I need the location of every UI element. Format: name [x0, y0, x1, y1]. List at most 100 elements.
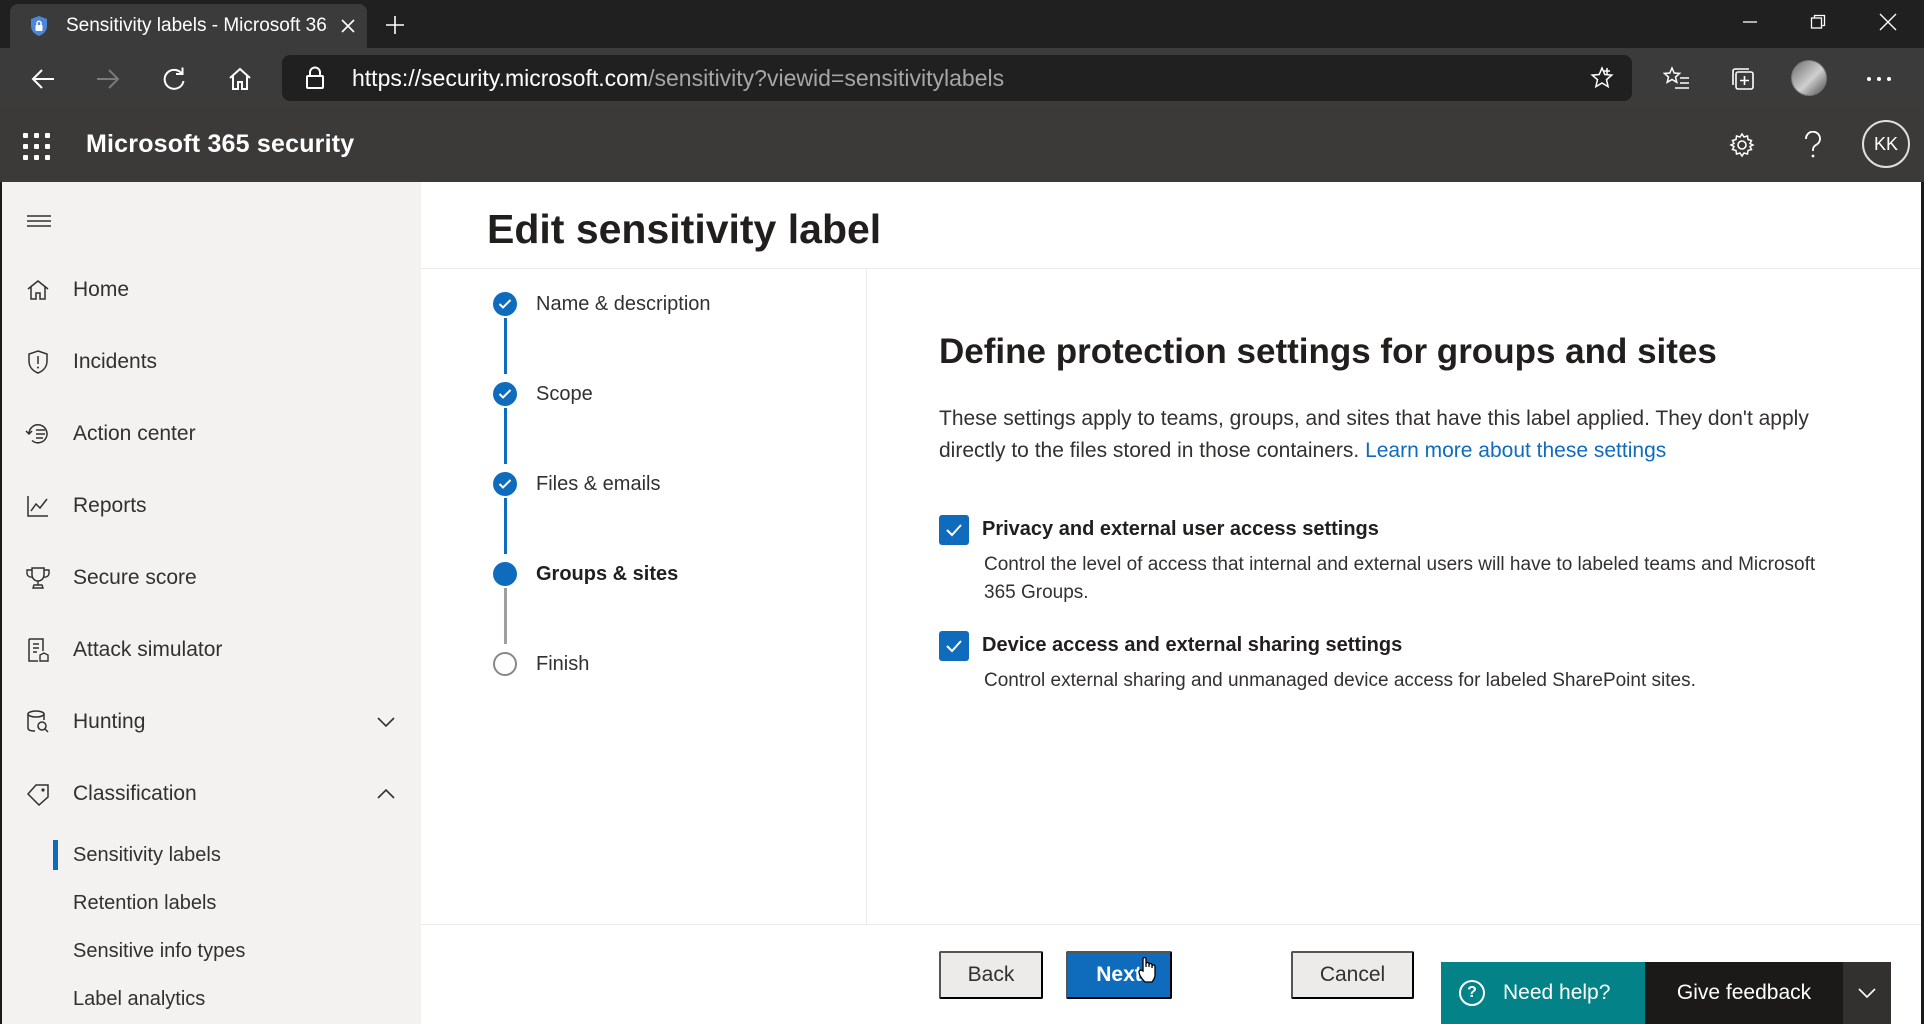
shield-favicon-icon	[28, 15, 50, 37]
intro-text: These settings apply to teams, groups, a…	[939, 403, 1839, 467]
nav-label: Secure score	[73, 566, 197, 589]
checkmark-circle-icon	[493, 292, 517, 316]
current-step-dot-icon	[493, 562, 517, 586]
need-help-button[interactable]: ? Need help?	[1441, 962, 1645, 1024]
learn-more-link[interactable]: Learn more about these settings	[1365, 439, 1666, 462]
address-bar[interactable]: https://security.microsoft.com/sensitivi…	[282, 55, 1632, 101]
app-launcher-icon[interactable]	[18, 128, 54, 164]
step-finish[interactable]: Finish	[493, 649, 589, 679]
give-feedback-button[interactable]: Give feedback	[1645, 962, 1843, 1024]
left-navigation: Home Incidents Action center Reports Sec…	[0, 182, 421, 1024]
document-list-icon	[24, 636, 52, 664]
section-heading: Define protection settings for groups an…	[939, 332, 1717, 371]
wizard-steps: Name & description Scope Files & emails …	[421, 269, 867, 924]
nav-label: Reports	[73, 494, 147, 517]
favorites-icon[interactable]	[1658, 60, 1696, 98]
close-tab-icon[interactable]	[334, 12, 362, 40]
minimize-icon[interactable]	[1714, 0, 1786, 44]
app-header: Microsoft 365 security KK	[0, 108, 1924, 182]
step-label: Files & emails	[536, 472, 661, 495]
selected-indicator	[53, 840, 58, 870]
nav-item-secure-score[interactable]: Secure score	[2, 550, 421, 606]
restore-icon[interactable]	[1782, 0, 1854, 44]
shield-icon	[24, 348, 52, 376]
back-button[interactable]: Back	[939, 951, 1043, 999]
checkmark-circle-icon	[493, 382, 517, 406]
refresh-icon[interactable]	[153, 58, 195, 100]
nav-item-reports[interactable]: Reports	[2, 478, 421, 534]
collections-icon[interactable]	[1724, 60, 1762, 98]
help-question-icon[interactable]	[1793, 125, 1833, 165]
hand-cursor-icon	[1138, 956, 1156, 983]
device-access-checkbox[interactable]	[939, 631, 969, 661]
favorite-star-icon[interactable]	[1588, 64, 1616, 92]
nav-sublabel: Retention labels	[73, 892, 217, 914]
url-path: /sensitivity?viewid=sensitivitylabels	[648, 64, 1005, 91]
chevron-down-icon[interactable]	[374, 710, 398, 734]
step-groups-sites[interactable]: Groups & sites	[493, 559, 678, 589]
step-label: Name & description	[536, 292, 711, 315]
nav-subitem-sensitive-info-types[interactable]: Sensitive info types	[2, 930, 421, 974]
nav-item-hunting[interactable]: Hunting	[2, 694, 421, 750]
nav-subitem-retention-labels[interactable]: Retention labels	[2, 882, 421, 926]
nav-subitem-label-analytics[interactable]: Label analytics	[2, 978, 421, 1022]
checkmark-circle-icon	[493, 472, 517, 496]
hamburger-menu-icon[interactable]	[24, 206, 54, 236]
history-icon	[24, 420, 52, 448]
new-tab-icon[interactable]	[378, 8, 412, 42]
chart-icon	[24, 492, 52, 520]
user-avatar[interactable]: KK	[1862, 120, 1910, 168]
nav-item-home[interactable]: Home	[2, 262, 421, 318]
browser-tab[interactable]: Sensitivity labels - Microsoft 365 secur…	[10, 4, 367, 48]
database-search-icon	[24, 708, 52, 736]
option-description: Control external sharing and unmanaged d…	[984, 670, 1696, 691]
nav-label: Home	[73, 278, 130, 301]
step-connector	[504, 408, 507, 464]
step-files-emails[interactable]: Files & emails	[493, 469, 660, 499]
main-panel: Edit sensitivity label Name & descriptio…	[421, 182, 1921, 1024]
nav-sublabel: Label analytics	[73, 988, 206, 1010]
step-connector	[504, 318, 507, 374]
profile-avatar[interactable]	[1791, 60, 1827, 96]
divider	[421, 924, 1921, 925]
more-options-icon[interactable]	[1860, 60, 1898, 98]
privacy-checkbox[interactable]	[939, 515, 969, 545]
cancel-button[interactable]: Cancel	[1291, 951, 1414, 999]
need-help-label: Need help?	[1503, 981, 1611, 1004]
forward-arrow-icon[interactable]	[87, 58, 129, 100]
step-label: Groups & sites	[536, 562, 679, 585]
option-label[interactable]: Device access and external sharing setti…	[982, 634, 1402, 657]
nav-item-classification[interactable]: Classification	[2, 766, 421, 822]
option-label[interactable]: Privacy and external user access setting…	[982, 518, 1379, 541]
nav-item-action-center[interactable]: Action center	[2, 406, 421, 462]
browser-toolbar: https://security.microsoft.com/sensitivi…	[0, 48, 1924, 108]
nav-sublabel: Sensitivity labels	[73, 844, 221, 866]
nav-subitem-sensitivity-labels[interactable]: Sensitivity labels	[2, 834, 421, 878]
settings-content: Define protection settings for groups an…	[939, 329, 1839, 691]
tag-icon	[24, 780, 52, 808]
chevron-up-icon[interactable]	[374, 782, 398, 806]
nav-item-incidents[interactable]: Incidents	[2, 334, 421, 390]
nav-label: Incidents	[73, 350, 158, 373]
step-label: Scope	[536, 382, 593, 405]
nav-sublabel: Sensitive info types	[73, 940, 246, 962]
home-icon	[24, 276, 52, 304]
chevron-down-icon[interactable]	[1843, 962, 1891, 1024]
tab-title: Sensitivity labels - Microsoft 365 secur…	[66, 15, 328, 36]
home-browser-icon[interactable]	[219, 58, 261, 100]
step-scope[interactable]: Scope	[493, 379, 593, 409]
lock-icon[interactable]	[302, 65, 328, 91]
step-connector	[504, 588, 507, 644]
back-arrow-icon[interactable]	[22, 58, 64, 100]
trophy-icon	[24, 564, 52, 592]
nav-label: Action center	[73, 422, 196, 445]
url-text: https://security.microsoft.com/sensitivi…	[352, 65, 1004, 92]
close-window-icon[interactable]	[1852, 0, 1924, 44]
settings-gear-icon[interactable]	[1722, 125, 1762, 165]
browser-tab-bar: Sensitivity labels - Microsoft 365 secur…	[0, 0, 1924, 48]
empty-circle-icon	[493, 652, 517, 676]
step-name-description[interactable]: Name & description	[493, 289, 711, 319]
app-name[interactable]: Microsoft 365 security	[86, 130, 354, 159]
nav-label: Classification	[73, 782, 197, 805]
nav-item-attack-simulator[interactable]: Attack simulator	[2, 622, 421, 678]
